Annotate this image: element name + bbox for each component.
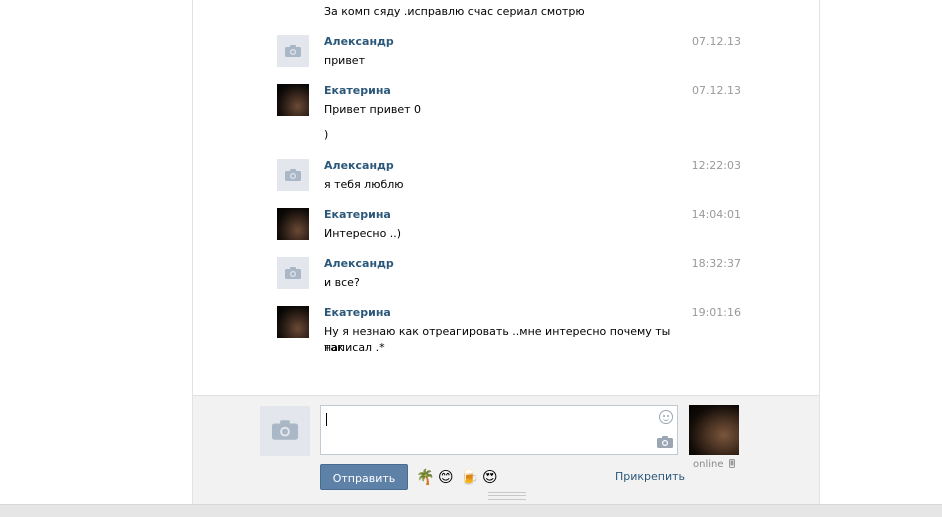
- avatar[interactable]: [277, 306, 309, 338]
- online-status-label: online: [693, 459, 724, 470]
- message-time[interactable]: 18:32:37: [621, 257, 741, 271]
- avatar[interactable]: [277, 84, 309, 116]
- message-input[interactable]: [320, 405, 678, 455]
- message-author[interactable]: Александр: [324, 35, 394, 49]
- message-time[interactable]: 07.12.13: [621, 84, 741, 98]
- smile-icon[interactable]: [659, 410, 673, 424]
- camera-icon[interactable]: [657, 436, 673, 448]
- friend-avatar[interactable]: [689, 405, 739, 455]
- avatar[interactable]: [277, 159, 309, 191]
- attach-link[interactable]: Прикрепить: [615, 470, 685, 484]
- message-author[interactable]: Александр: [324, 257, 394, 271]
- page-bottom-bar: [0, 504, 942, 517]
- my-avatar[interactable]: [260, 406, 310, 456]
- message-text: Интересно ..): [324, 227, 402, 240]
- heart-eyes-icon[interactable]: 😍: [482, 467, 498, 487]
- smile-mouth: [663, 416, 669, 421]
- text-caret: [326, 413, 327, 426]
- send-button[interactable]: Отправить: [320, 464, 408, 490]
- message-item: Александр 07.12.13 привет: [277, 35, 741, 75]
- mobile-icon: [728, 459, 735, 468]
- resize-handle[interactable]: [488, 492, 526, 500]
- message-time[interactable]: 12:22:03: [621, 159, 741, 173]
- message-time[interactable]: 19:01:16: [621, 306, 741, 320]
- message-item: Александр 18:32:37 и все?: [277, 257, 741, 297]
- message-time[interactable]: 14:04:01: [621, 208, 741, 222]
- avatar[interactable]: [277, 208, 309, 240]
- message-author[interactable]: Екатерина: [324, 306, 391, 320]
- previous-message-text: За комп сяду .исправлю счас сериал смотр…: [324, 5, 585, 18]
- message-author[interactable]: Александр: [324, 159, 394, 173]
- message-author[interactable]: Екатерина: [324, 208, 391, 222]
- message-text: и все?: [324, 276, 360, 289]
- page: За комп сяду .исправлю счас сериал смотр…: [0, 0, 942, 517]
- message-time[interactable]: 07.12.13: [621, 35, 741, 49]
- camera-icon: [285, 267, 301, 279]
- smiley-icon[interactable]: 😊: [438, 467, 454, 487]
- palm-tree-icon[interactable]: 🌴: [416, 467, 435, 487]
- message-text: Привет привет 0: [324, 103, 422, 116]
- camera-icon: [285, 45, 301, 57]
- message-item: Екатерина 07.12.13 Привет привет 0 ): [277, 84, 741, 144]
- avatar[interactable]: [277, 257, 309, 289]
- camera-icon: [272, 420, 298, 440]
- online-status: online: [693, 459, 735, 471]
- message-text: привет: [324, 54, 365, 67]
- camera-icon: [285, 169, 301, 181]
- avatar[interactable]: [277, 35, 309, 67]
- chat-panel: За комп сяду .исправлю счас сериал смотр…: [192, 0, 820, 506]
- message-author[interactable]: Екатерина: [324, 84, 391, 98]
- message-item: Екатерина 19:01:16 Ну я незнаю как отреа…: [277, 306, 741, 360]
- message-text: я тебя люблю: [324, 178, 404, 191]
- message-item: Екатерина 14:04:01 Интересно ..): [277, 208, 741, 248]
- beer-icon[interactable]: 🍺: [460, 467, 479, 487]
- message-composer: Отправить 🌴 😊 🍺 😍 Прикрепить online: [193, 395, 819, 506]
- message-text: написал .*: [324, 341, 385, 354]
- message-item: Александр 12:22:03 я тебя люблю: [277, 159, 741, 199]
- message-text: ): [324, 128, 329, 141]
